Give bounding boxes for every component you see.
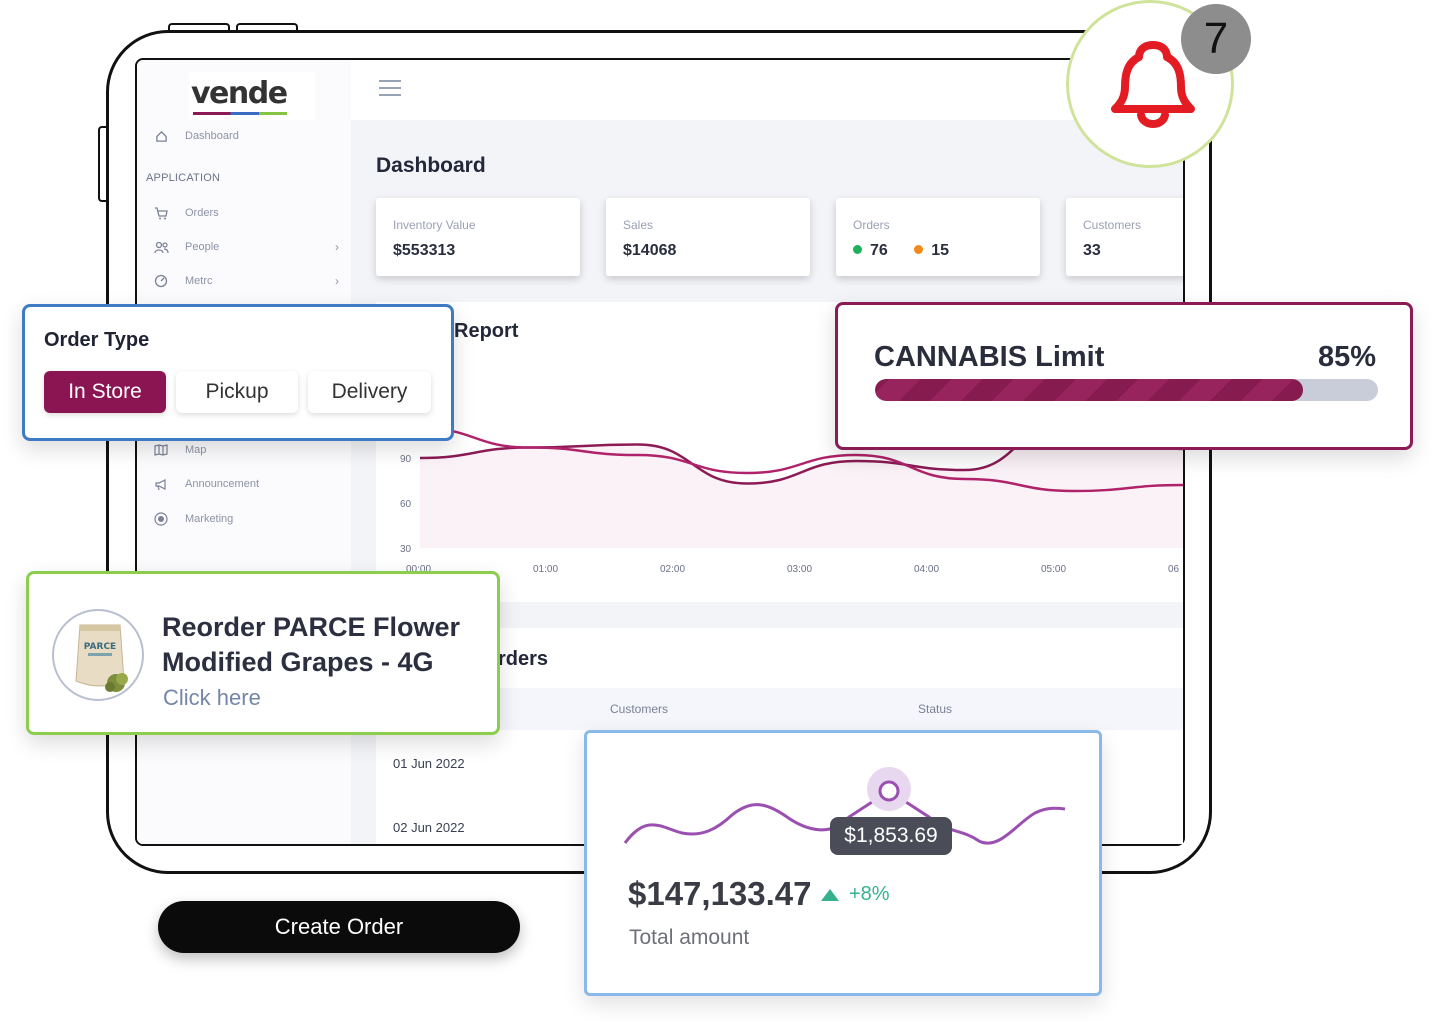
x-tick-label: 05:00 xyxy=(1041,564,1066,575)
stat-card-customers[interactable]: Customers 33 xyxy=(1066,198,1183,276)
cannabis-limit-label: CANNABIS Limit xyxy=(874,341,1105,373)
stat-card-orders[interactable]: Orders 76 15 xyxy=(836,198,1040,276)
reorder-card[interactable]: PARCE Reorder PARCE Flower Modified Grap… xyxy=(26,571,500,735)
package-brand-text: PARCE xyxy=(84,642,116,652)
cannabis-limit-card: CANNABIS Limit 85% xyxy=(835,302,1413,450)
x-tick-label: 03:00 xyxy=(787,564,812,575)
amount-tooltip: $1,853.69 xyxy=(830,817,952,855)
page-title: Dashboard xyxy=(376,154,486,177)
order-type-pickup-button[interactable]: Pickup xyxy=(176,371,298,413)
stat-label: Inventory Value xyxy=(393,218,476,232)
cannabis-limit-percent: 85% xyxy=(1317,341,1376,373)
orange-status-dot xyxy=(914,245,924,254)
amount-change: +8% xyxy=(821,883,890,906)
order-type-card: Order Type In Store Pickup Delivery xyxy=(22,304,454,441)
order-type-delivery-button[interactable]: Delivery xyxy=(308,371,431,413)
cannabis-limit-progress-fill xyxy=(875,379,1303,401)
triangle-up-icon xyxy=(821,888,839,901)
green-status-dot xyxy=(853,245,862,254)
y-tick-label: 90 xyxy=(400,454,412,465)
amount-change-text: +8% xyxy=(849,883,890,905)
y-tick-label: 60 xyxy=(400,499,412,510)
stat-value: $553313 xyxy=(393,242,456,259)
stat-label: Orders xyxy=(853,218,890,232)
orders-orange-count: 15 xyxy=(931,242,950,259)
table-row[interactable]: 02 Jun 2022 xyxy=(393,820,465,835)
recent-orders-title: rders xyxy=(498,648,549,670)
stat-value: 33 xyxy=(1083,242,1101,259)
stat-card-inventory[interactable]: Inventory Value $553313 xyxy=(376,198,580,276)
table-row[interactable]: 01 Jun 2022 xyxy=(393,756,465,771)
stat-label: Sales xyxy=(623,218,654,232)
total-amount-label: Total amount xyxy=(629,926,750,949)
x-tick-label: 06 xyxy=(1168,564,1180,575)
reorder-line-2: Modified Grapes - 4G xyxy=(162,647,434,677)
x-tick-label: 01:00 xyxy=(533,564,558,575)
notification-count-badge: 7 xyxy=(1181,4,1251,74)
stat-value: 76 15 xyxy=(853,242,949,260)
table-header-customers: Customers xyxy=(610,702,669,716)
reorder-title: Reorder PARCE Flower Modified Grapes - 4… xyxy=(162,610,492,680)
x-tick-label: 04:00 xyxy=(914,564,939,575)
reorder-click-here-link[interactable]: Click here xyxy=(163,685,261,711)
reorder-line-1: Reorder PARCE Flower xyxy=(162,612,461,642)
order-type-in-store-button[interactable]: In Store xyxy=(44,371,166,413)
total-amount-value: $147,133.47 xyxy=(628,875,812,912)
y-tick-label: 30 xyxy=(400,544,412,555)
orders-green-count: 76 xyxy=(870,242,888,259)
stat-label: Customers xyxy=(1083,218,1142,232)
stat-card-sales[interactable]: Sales $14068 xyxy=(606,198,810,276)
stat-value: $14068 xyxy=(623,242,677,259)
x-tick-label: 02:00 xyxy=(660,564,685,575)
order-type-title: Order Type xyxy=(44,329,150,351)
total-amount-card: $1,853.69 $147,133.47 +8% Total amount xyxy=(584,730,1102,996)
product-thumbnail: PARCE xyxy=(52,609,144,701)
create-order-button[interactable]: Create Order xyxy=(158,901,520,953)
table-header-status: Status xyxy=(918,702,953,716)
cannabis-limit-progress-track xyxy=(875,379,1378,401)
